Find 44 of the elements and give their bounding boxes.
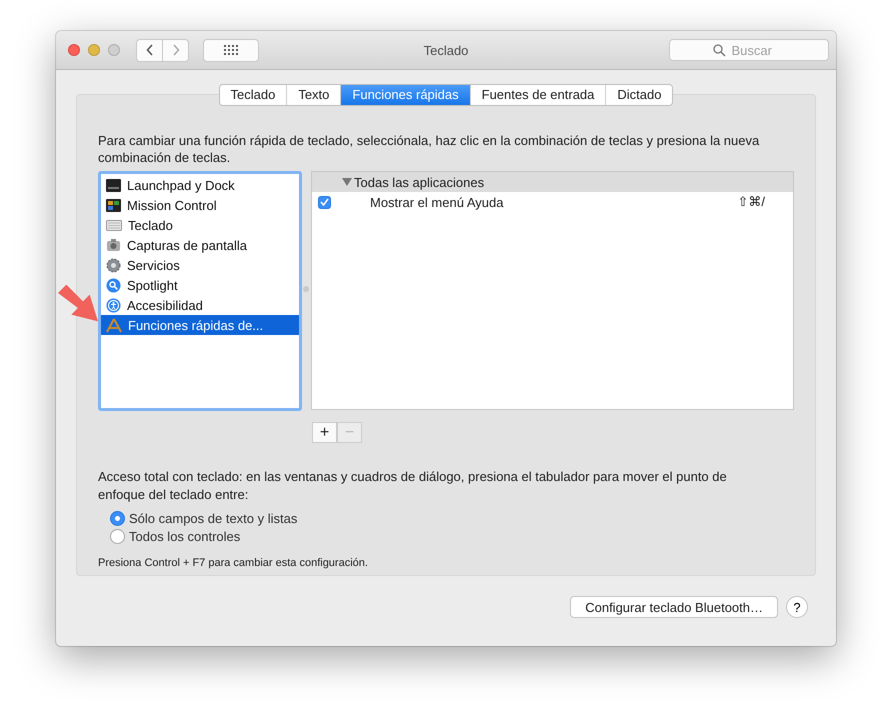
radio-label[interactable]: Sólo campos de texto y listas (129, 511, 298, 526)
keyboard-icon (106, 220, 122, 230)
access-text: Acceso total con teclado: en las ventanas y cuadros de diálogo, presiona el tabulador para mover el punto de enfoque del teclado entre: (98, 468, 728, 504)
radio-label[interactable]: Todos los controles (129, 529, 240, 544)
description-text: Para cambiar una función rápida de teclado, selecciónala, haz clic en la combinación de teclas y presiona la nueva combinación de teclas. (98, 132, 760, 166)
chevron-right-icon (172, 44, 180, 56)
add-button[interactable]: + (312, 422, 337, 443)
tab[interactable]: Teclado (220, 85, 286, 105)
category-item[interactable]: Funciones rápidas de... (101, 315, 299, 335)
category-item[interactable]: Launchpad y Dock (101, 175, 299, 195)
tab[interactable]: Funciones rápidas (340, 85, 470, 105)
category-item[interactable]: Servicios (101, 255, 299, 275)
minimize-button[interactable] (88, 44, 100, 56)
category-item[interactable]: Capturas de pantalla (101, 235, 299, 255)
category-item[interactable]: Mission Control (101, 195, 299, 215)
group-row[interactable]: Todas las aplicaciones (312, 172, 793, 192)
category-item[interactable]: Spotlight (101, 275, 299, 295)
window-title: Teclado (424, 42, 468, 58)
note-text: Presiona Control + F7 para cambiar esta configuración. (98, 557, 369, 569)
camera-icon (106, 238, 121, 252)
gear-icon (106, 258, 121, 272)
search-icon (712, 44, 726, 56)
accessibility-icon (106, 298, 121, 312)
search-input[interactable]: Buscar (730, 42, 786, 58)
checkbox[interactable] (318, 196, 331, 208)
key-combination[interactable]: ⇧⌘/ (737, 194, 765, 210)
tab[interactable]: Fuentes de entrada (470, 85, 606, 105)
chevron-left-icon (146, 44, 154, 56)
zoom-button[interactable] (108, 44, 120, 56)
category-item[interactable]: Teclado (101, 215, 299, 235)
show-all-button[interactable] (203, 38, 259, 62)
disclosure-icon[interactable] (342, 178, 352, 186)
back-button[interactable] (136, 38, 163, 62)
shortcut-label: Mostrar el menú Ayuda (370, 194, 504, 210)
help-button[interactable]: ? (786, 596, 808, 618)
arrow-drawing (56, 283, 100, 323)
window-icon (106, 198, 121, 212)
category-item[interactable]: Accesibilidad (101, 295, 299, 315)
search-icon (106, 278, 121, 292)
search-field[interactable]: Buscar (669, 39, 829, 61)
tab[interactable]: Dictado (605, 85, 672, 105)
bluetooth-button[interactable]: Configurar teclado Bluetooth… (570, 596, 778, 618)
tab[interactable]: Texto (286, 85, 340, 105)
close-button[interactable] (68, 44, 80, 56)
